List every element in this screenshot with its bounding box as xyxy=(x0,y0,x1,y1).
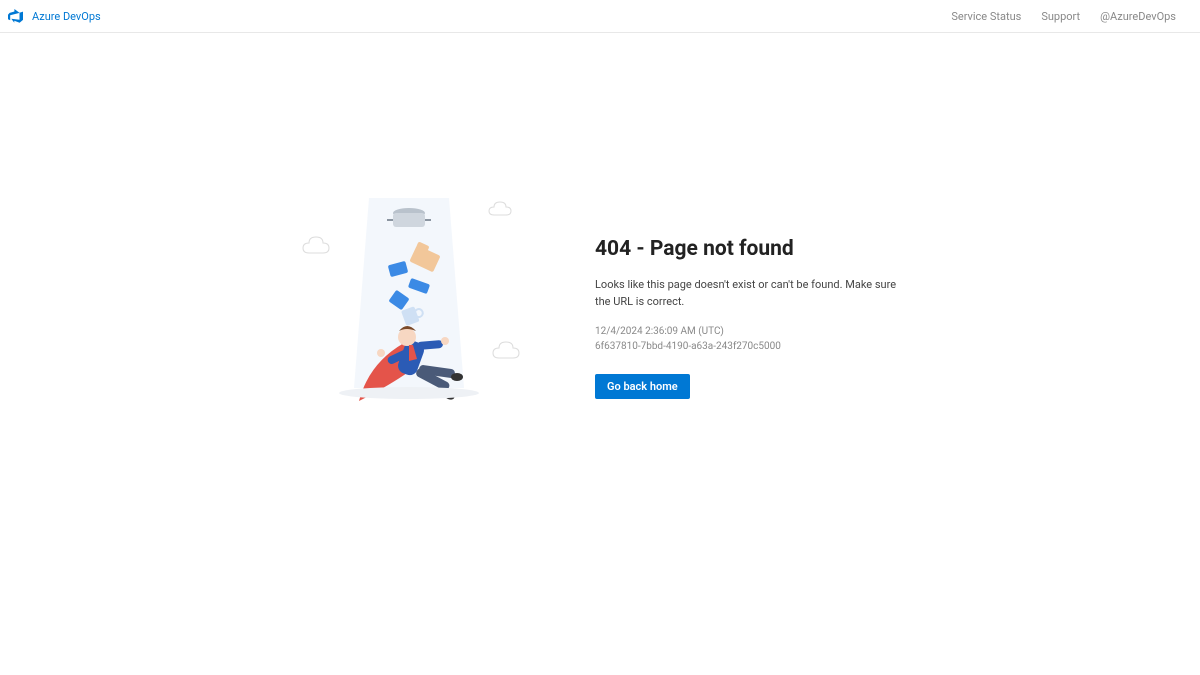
azure-devops-logo-icon xyxy=(8,8,24,24)
twitter-link[interactable]: @AzureDevOps xyxy=(1100,10,1176,23)
error-request-id: 6f637810-7bbd-4190-a63a-243f270c5000 xyxy=(595,339,911,354)
go-home-button[interactable]: Go back home xyxy=(595,374,690,399)
error-description: Looks like this page doesn't exist or ca… xyxy=(595,277,911,310)
header-left: Azure DevOps xyxy=(8,8,101,24)
header: Azure DevOps Service Status Support @Azu… xyxy=(0,0,1200,33)
error-text-column: 404 - Page not found Looks like this pag… xyxy=(595,193,911,399)
content-row: 404 - Page not found Looks like this pag… xyxy=(289,193,911,413)
service-status-link[interactable]: Service Status xyxy=(951,10,1021,23)
error-illustration xyxy=(289,193,539,413)
error-title: 404 - Page not found xyxy=(595,237,911,261)
error-meta: 12/4/2024 2:36:09 AM (UTC) 6f637810-7bbd… xyxy=(595,324,911,354)
error-timestamp: 12/4/2024 2:36:09 AM (UTC) xyxy=(595,324,911,339)
support-link[interactable]: Support xyxy=(1041,10,1080,23)
header-right: Service Status Support @AzureDevOps xyxy=(951,10,1190,23)
brand-link[interactable]: Azure DevOps xyxy=(32,10,101,23)
main-content: 404 - Page not found Looks like this pag… xyxy=(0,33,1200,413)
